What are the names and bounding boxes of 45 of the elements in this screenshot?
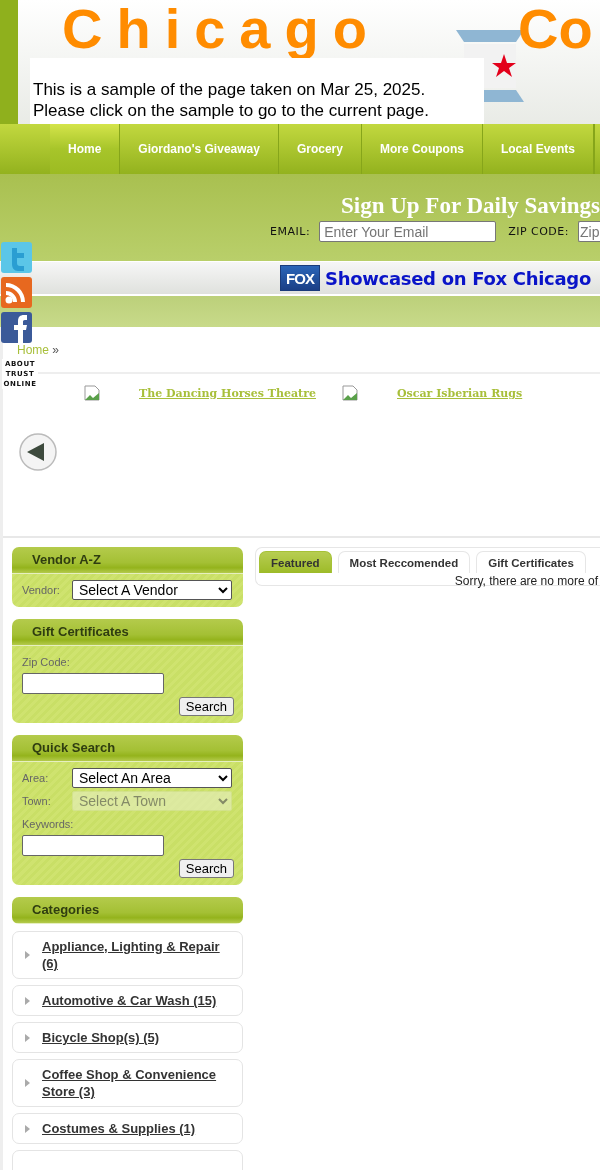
search-button[interactable]: Search — [178, 697, 234, 716]
category-link[interactable]: Costumes & Supplies (1) — [42, 1120, 196, 1137]
category-link[interactable]: Automotive & Car Wash (15) — [42, 992, 217, 1009]
field-label: Keywords: — [22, 818, 75, 830]
broken-image-icon — [84, 385, 100, 401]
panel-title: Gift Certificates — [12, 619, 243, 646]
field-label: ZIP CODE: — [508, 225, 569, 238]
area-select[interactable]: Select An Area — [72, 768, 232, 788]
broken-image-icon — [342, 385, 358, 401]
panel-title: Categories — [12, 897, 243, 924]
bullet-arrow-icon — [25, 1124, 30, 1133]
category-link[interactable]: Coffee Shop & Convenience Store (3) — [42, 1066, 234, 1100]
zip-field[interactable]: Zip — [578, 221, 600, 242]
tab[interactable]: Featured — [259, 551, 332, 573]
vendor-select[interactable]: Select A Vendor — [72, 580, 232, 600]
facebook-icon[interactable] — [0, 312, 33, 344]
zip-code-field[interactable] — [22, 673, 164, 694]
email-field[interactable]: Enter Your Email — [319, 221, 497, 242]
empty-message: Sorry, there are no more of — [453, 574, 599, 588]
category-link[interactable]: Bicycle Shop(s) (5) — [42, 1029, 160, 1046]
rss-icon[interactable] — [0, 277, 33, 309]
breadcrumb-separator: » — [52, 343, 60, 357]
bullet-arrow-icon — [25, 1079, 30, 1087]
field-label: Area: — [22, 772, 50, 784]
field-label: Town: — [22, 795, 52, 807]
bullet-arrow-icon — [25, 996, 30, 1005]
bullet-arrow-icon — [25, 1033, 30, 1042]
bullet-arrow-icon — [25, 951, 30, 959]
signup-heading: Sign Up For Daily Savings — [340, 192, 600, 220]
search-button[interactable]: Search — [178, 859, 234, 878]
category-link[interactable]: Appliance, Lighting & Repair (6) — [42, 938, 234, 972]
field-label: EMAIL: — [270, 225, 311, 238]
panel-title: Vendor A-Z — [12, 547, 243, 574]
logo-text: Chicago — [62, 0, 381, 58]
sample-notice[interactable]: This is a sample of the page taken on Mar 25, 2025. Please click on the sample to go to the current page. — [30, 58, 484, 124]
field-label: Vendor: — [22, 584, 61, 596]
logo-text: Co — [518, 0, 593, 58]
panel-title: Quick Search — [12, 735, 243, 762]
twitter-icon[interactable] — [0, 242, 33, 274]
field-label: Zip Code: — [22, 656, 71, 668]
keywords-field[interactable] — [22, 835, 164, 856]
fox-logo: FOX — [280, 265, 320, 291]
tab[interactable]: Gift Certificates — [476, 551, 586, 573]
tab[interactable]: Most Reccomended — [337, 551, 471, 573]
showcase-link[interactable]: Showcased on Fox Chicago — [325, 267, 591, 289]
